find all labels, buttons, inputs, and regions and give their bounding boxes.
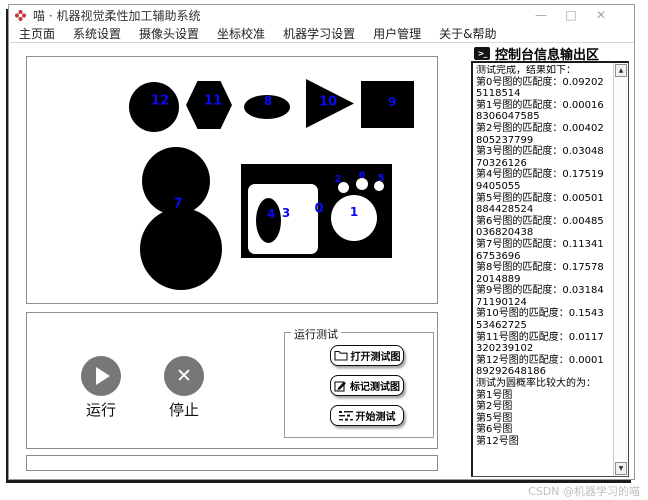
shape-label: 2 — [334, 174, 342, 185]
window-title: 喵 · 机器视觉柔性加工辅助系统 — [33, 9, 201, 23]
shape-label: 6 — [358, 170, 366, 181]
stop-button-label: 停止 — [168, 401, 199, 419]
menu-item-machine-learning-settings[interactable]: 机器学习设置 — [274, 25, 364, 42]
menu-item-camera-settings[interactable]: 摄像头设置 — [130, 25, 208, 42]
shape-label: 4 — [266, 207, 276, 221]
shape-label: 7 — [173, 196, 183, 212]
checklist-icon — [338, 410, 353, 421]
menu-bar: 主页面 系统设置 摄像头设置 坐标校准 机器学习设置 用户管理 关于&帮助 — [10, 25, 634, 43]
start-test-button[interactable]: 开始测试 — [330, 405, 404, 426]
shape-label: 12 — [150, 93, 170, 109]
window-controls: — □ ✕ — [526, 6, 616, 25]
stop-x-icon: ✕ — [176, 365, 192, 387]
shape-tray-0: 4 3 0 1 2 6 5 — [241, 164, 392, 258]
open-test-image-button[interactable]: 打开测试图 — [330, 345, 404, 366]
run-test-group-title: 运行测试 — [291, 326, 341, 342]
play-icon — [96, 367, 110, 385]
mark-test-image-button[interactable]: 标记测试图 — [330, 375, 404, 396]
csdn-watermark: CSDN @机器学习的喵 — [528, 485, 640, 498]
shape-label: 5 — [377, 173, 385, 184]
menu-item-system-settings[interactable]: 系统设置 — [64, 25, 130, 42]
shape-label: 11 — [203, 93, 223, 109]
run-button-label: 运行 — [85, 401, 116, 419]
run-button[interactable] — [81, 356, 121, 396]
start-test-label: 开始测试 — [355, 412, 396, 423]
folder-icon — [333, 350, 348, 361]
menu-item-about-help[interactable]: 关于&帮助 — [430, 25, 505, 42]
menu-item-coordinate-calibration[interactable]: 坐标校准 — [208, 25, 274, 42]
title-bar: 喵 · 机器视觉柔性加工辅助系统 — □ ✕ — [10, 6, 630, 25]
console-output-box[interactable]: 测试完成，结果如下： 第0号图的匹配度：0.092025118514 第1号图的… — [471, 61, 629, 477]
shape-label: 10 — [318, 94, 338, 110]
console-icon: >_ — [474, 47, 490, 60]
minimize-button[interactable]: — — [526, 6, 556, 25]
app-icon — [14, 10, 27, 21]
run-test-groupbox: 运行测试 打开测试图 标记测试图 开始测试 — [284, 326, 434, 438]
scroll-up-button[interactable]: ▲ — [615, 64, 627, 77]
edit-icon — [334, 380, 346, 392]
stop-button[interactable]: ✕ — [164, 356, 204, 396]
shape-label: 0 — [314, 201, 324, 217]
shape-label: 1 — [349, 205, 359, 219]
shape-label: 9 — [387, 95, 397, 109]
console-scrollbar[interactable]: ▲ ▼ — [613, 63, 628, 476]
menu-item-user-management[interactable]: 用户管理 — [364, 25, 430, 42]
shape-double-circle-bottom — [140, 208, 222, 290]
shape-label: 3 — [281, 206, 291, 220]
status-strip — [26, 455, 438, 471]
console-output-text: 测试完成，结果如下： 第0号图的匹配度：0.092025118514 第1号图的… — [476, 65, 604, 447]
close-button[interactable]: ✕ — [586, 6, 616, 25]
shape-label: 8 — [263, 94, 273, 108]
menu-item-home[interactable]: 主页面 — [10, 25, 64, 42]
maximize-button[interactable]: □ — [556, 6, 586, 25]
open-test-image-label: 打开测试图 — [350, 352, 401, 363]
control-panel: 运行 ✕ 停止 运行测试 打开测试图 标记测试图 开始测试 — [26, 312, 438, 449]
mark-test-image-label: 标记测试图 — [350, 382, 400, 393]
scroll-down-button[interactable]: ▼ — [615, 462, 627, 475]
image-canvas: 12 11 8 10 9 7 4 3 0 1 2 6 5 — [26, 56, 438, 304]
